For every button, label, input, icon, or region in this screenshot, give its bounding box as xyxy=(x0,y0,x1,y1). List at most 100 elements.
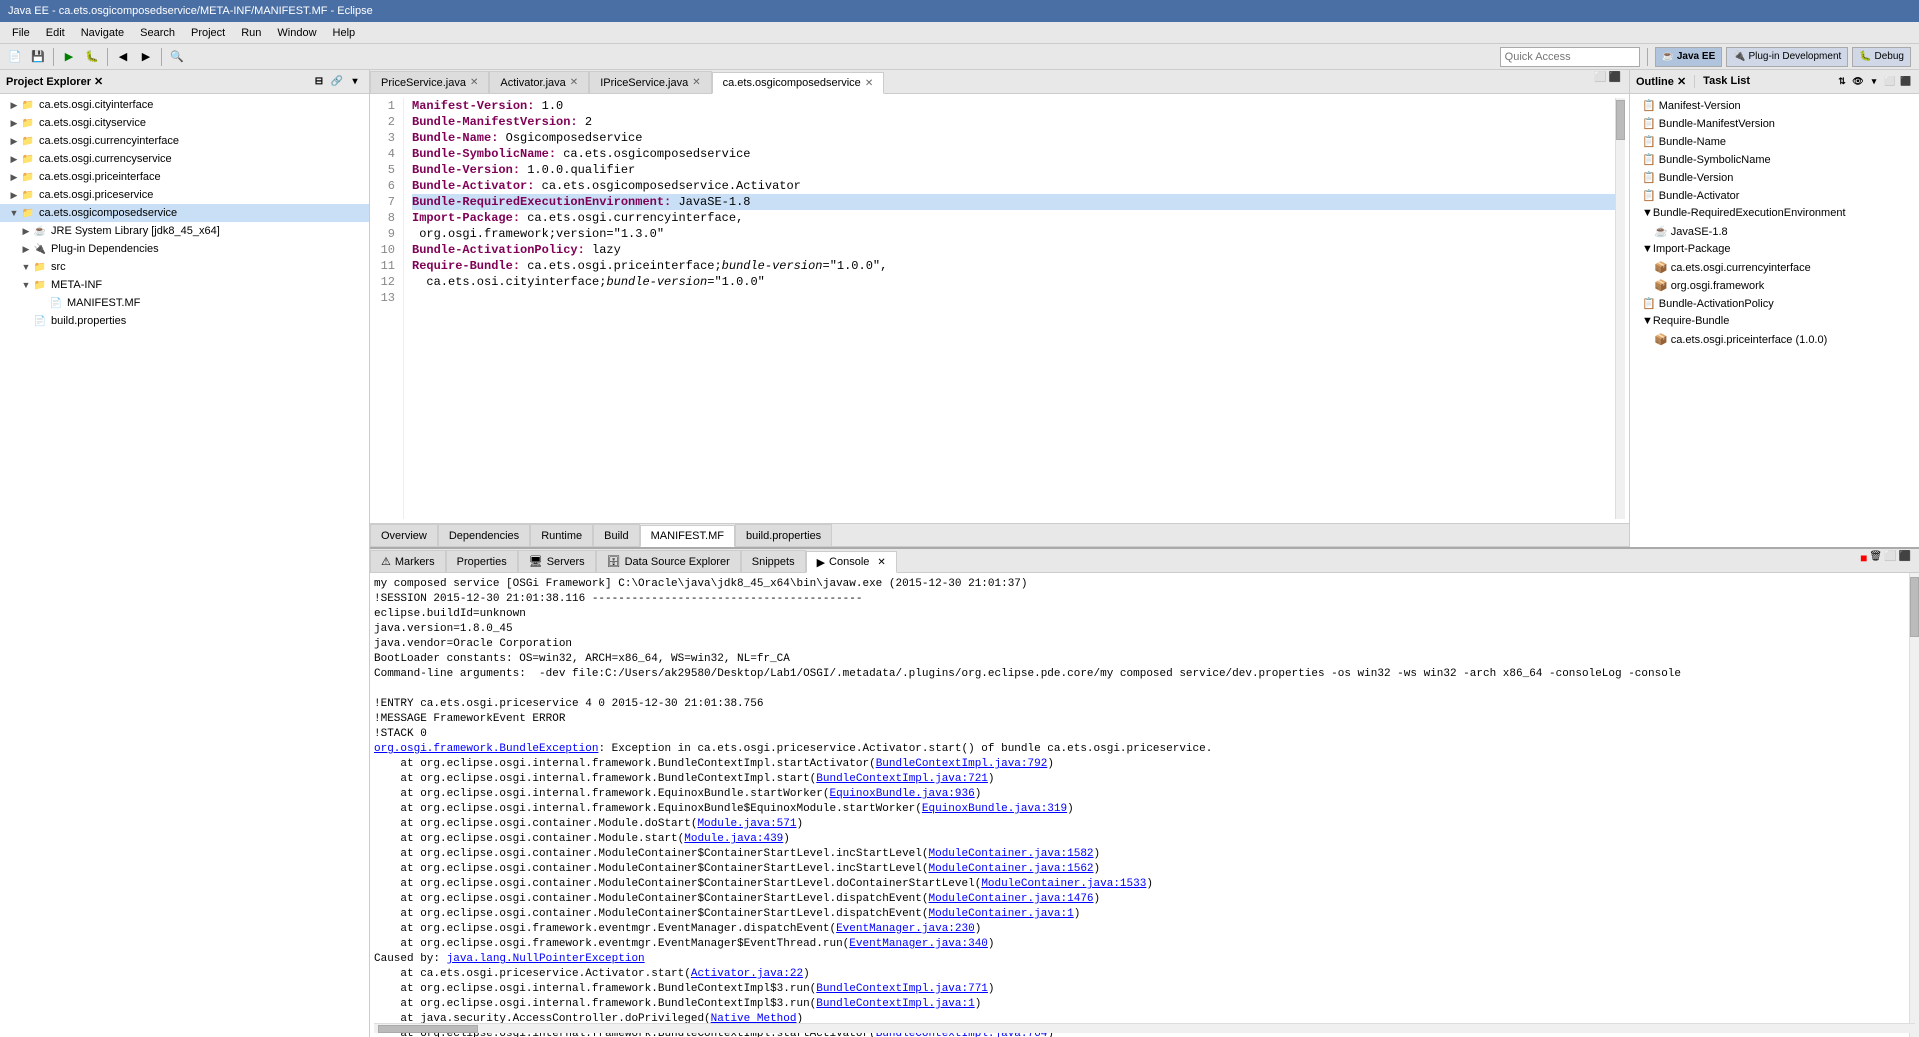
expand-currencyservice[interactable]: ▶ xyxy=(8,154,20,165)
outline-hide-button[interactable]: 👁 xyxy=(1851,75,1865,89)
tab-priceservice-close[interactable]: ✕ xyxy=(470,77,478,88)
menu-window[interactable]: Window xyxy=(269,25,324,41)
tree-item-cityservice[interactable]: ▶ 📁 ca.ets.osgi.cityservice xyxy=(0,114,369,132)
menu-file[interactable]: File xyxy=(4,25,38,41)
view-menu-button[interactable]: ▾ xyxy=(347,74,363,90)
tab-datasource[interactable]: 🗄 Data Source Explorer xyxy=(596,550,741,572)
outline-item-requirebundle[interactable]: ▼ Require-Bundle xyxy=(1630,312,1919,330)
eventmanager-340-link[interactable]: EventManager.java:340 xyxy=(849,938,988,950)
editor-content[interactable]: 12345 678910 111213 Manifest-Version: 1.… xyxy=(370,94,1629,523)
menu-search[interactable]: Search xyxy=(132,25,183,41)
bundlecontextimpl3-771-link[interactable]: BundleContextImpl.java:771 xyxy=(816,983,988,995)
expand-priceinterface[interactable]: ▶ xyxy=(8,172,20,183)
expand-requirebundle-icon[interactable]: ▼ xyxy=(1642,315,1653,327)
tab-priceservice[interactable]: PriceService.java ✕ xyxy=(370,71,489,93)
outline-item-manifestversion[interactable]: 📋 Manifest-Version xyxy=(1630,96,1919,114)
menu-run[interactable]: Run xyxy=(233,25,269,41)
expand-plugindeps[interactable]: ▶ xyxy=(20,244,32,255)
menu-edit[interactable]: Edit xyxy=(38,25,73,41)
tab-servers[interactable]: 🖥 Servers xyxy=(518,550,596,572)
equinoxbundle-936-link[interactable]: EquinoxBundle.java:936 xyxy=(829,788,974,800)
expand-metainf[interactable]: ▼ xyxy=(20,280,32,290)
expand-currencyinterface[interactable]: ▶ xyxy=(8,136,20,147)
console-stop-button[interactable]: ■ xyxy=(1860,551,1867,565)
outline-item-bree[interactable]: ▼ Bundle-RequiredExecutionEnvironment xyxy=(1630,204,1919,222)
console-max-button[interactable]: ⬛ xyxy=(1899,551,1911,565)
expand-priceservice[interactable]: ▶ xyxy=(8,190,20,201)
perspective-java-ee[interactable]: ☕ Java EE xyxy=(1655,47,1723,67)
bundlecontextimpl-792-link[interactable]: BundleContextImpl.java:792 xyxy=(876,758,1048,770)
tab-properties[interactable]: Properties xyxy=(446,550,518,572)
outline-item-importpackage[interactable]: ▼ Import-Package xyxy=(1630,240,1919,258)
new-button[interactable]: 📄 xyxy=(4,46,26,68)
quick-access-input[interactable] xyxy=(1500,47,1640,67)
collapse-all-button[interactable]: ⊟ xyxy=(311,74,327,90)
modulecontainer-1-link[interactable]: ModuleContainer.java:1 xyxy=(929,908,1074,920)
bundlecontextimpl-721-link[interactable]: BundleContextImpl.java:721 xyxy=(816,773,988,785)
debug-button[interactable]: 🐛 xyxy=(81,46,103,68)
tab-ipriceservice[interactable]: IPriceService.java ✕ xyxy=(589,71,711,93)
bundlecontextimpl3-1-link[interactable]: BundleContextImpl.java:1 xyxy=(816,998,974,1010)
modulecontainer-1476-link[interactable]: ModuleContainer.java:1476 xyxy=(929,893,1094,905)
expand-cityservice[interactable]: ▶ xyxy=(8,118,20,129)
manifest-tab-dependencies[interactable]: Dependencies xyxy=(438,524,530,546)
expand-composedservice[interactable]: ▼ xyxy=(8,208,20,218)
menu-navigate[interactable]: Navigate xyxy=(73,25,132,41)
menu-help[interactable]: Help xyxy=(325,25,364,41)
manifest-tab-buildprops[interactable]: build.properties xyxy=(735,524,832,546)
outline-tab[interactable]: Outline ✕ xyxy=(1636,75,1695,88)
activator-22-link[interactable]: Activator.java:22 xyxy=(691,968,803,980)
outline-item-bundleversion[interactable]: 📋 Bundle-Version xyxy=(1630,168,1919,186)
manifest-tab-manifestmf[interactable]: MANIFEST.MF xyxy=(640,525,735,547)
tree-item-priceinterface[interactable]: ▶ 📁 ca.ets.osgi.priceinterface xyxy=(0,168,369,186)
nativemethod-link[interactable]: Native Method xyxy=(711,1013,797,1025)
outline-item-bundlename[interactable]: 📋 Bundle-Name xyxy=(1630,132,1919,150)
save-button[interactable]: 💾 xyxy=(27,46,49,68)
tree-item-priceservice[interactable]: ▶ 📁 ca.ets.osgi.priceservice xyxy=(0,186,369,204)
expand-importpackage-icon[interactable]: ▼ xyxy=(1642,243,1653,255)
tab-snippets[interactable]: Snippets xyxy=(741,550,806,572)
eventmanager-230-link[interactable]: EventManager.java:230 xyxy=(836,923,975,935)
editor-min-button[interactable]: ⬜ xyxy=(1594,72,1606,83)
perspective-plugin-dev[interactable]: 🔌 Plug-in Development xyxy=(1726,47,1848,67)
tree-item-cityinterface[interactable]: ▶ 📁 ca.ets.osgi.cityinterface xyxy=(0,96,369,114)
outline-item-javasee18[interactable]: ☕ JavaSE-1.8 xyxy=(1630,222,1919,240)
perspective-debug[interactable]: 🐛 Debug xyxy=(1852,47,1911,67)
expand-bree-icon[interactable]: ▼ xyxy=(1642,207,1653,219)
outline-min-button[interactable]: ⬜ xyxy=(1883,75,1897,89)
nullptrex-link[interactable]: java.lang.NullPointerException xyxy=(447,953,645,965)
tree-item-metainf[interactable]: ▼ 📁 META-INF xyxy=(0,276,369,294)
tab-console[interactable]: ▶ Console ✕ xyxy=(806,551,897,573)
tree-item-buildprops[interactable]: 📄 build.properties xyxy=(0,312,369,330)
tab-composedservice-close[interactable]: ✕ xyxy=(865,78,873,89)
outline-menu-button[interactable]: ▾ xyxy=(1867,75,1881,89)
manifest-tab-overview[interactable]: Overview xyxy=(370,524,438,546)
expand-cityinterface[interactable]: ▶ xyxy=(8,100,20,111)
tree-item-plugindeps[interactable]: ▶ 🔌 Plug-in Dependencies xyxy=(0,240,369,258)
bundlecontextimpl-764-link[interactable]: BundleContextImpl.java:764 xyxy=(876,1028,1048,1037)
console-clear-button[interactable]: 🗑 xyxy=(1869,551,1882,565)
outline-item-bundlemanifestversion[interactable]: 📋 Bundle-ManifestVersion xyxy=(1630,114,1919,132)
tree-item-manifest[interactable]: 📄 MANIFEST.MF xyxy=(0,294,369,312)
expand-src[interactable]: ▼ xyxy=(20,262,32,272)
outline-item-currencyinterface[interactable]: 📦 ca.ets.osgi.currencyinterface xyxy=(1630,258,1919,276)
module-571-link[interactable]: Module.java:571 xyxy=(697,818,796,830)
editor-max-button[interactable]: ⬛ xyxy=(1609,72,1621,83)
module-439-link[interactable]: Module.java:439 xyxy=(684,833,783,845)
run-button[interactable]: ▶ xyxy=(58,46,80,68)
tab-activator-close[interactable]: ✕ xyxy=(570,77,578,88)
link-with-editor-button[interactable]: 🔗 xyxy=(329,74,345,90)
tab-activator[interactable]: Activator.java ✕ xyxy=(489,71,589,93)
console-min-button[interactable]: ⬜ xyxy=(1884,551,1896,565)
outline-item-bundleactivator[interactable]: 📋 Bundle-Activator xyxy=(1630,186,1919,204)
tab-markers[interactable]: ⚠ Markers xyxy=(370,550,446,572)
outline-item-priceinterface100[interactable]: 📦 ca.ets.osgi.priceinterface (1.0.0) xyxy=(1630,330,1919,348)
modulecontainer-1533-link[interactable]: ModuleContainer.java:1533 xyxy=(981,878,1146,890)
equinoxbundle-319-link[interactable]: EquinoxBundle.java:319 xyxy=(922,803,1067,815)
tree-item-composedservice[interactable]: ▼ 📁 ca.ets.osgicomposedservice xyxy=(0,204,369,222)
manifest-tab-build[interactable]: Build xyxy=(593,524,639,546)
console-content[interactable]: my composed service [OSGi Framework] C:\… xyxy=(370,573,1919,1037)
outline-item-bundleactivationpolicy[interactable]: 📋 Bundle-ActivationPolicy xyxy=(1630,294,1919,312)
outline-max-button[interactable]: ⬛ xyxy=(1899,75,1913,89)
tab-ipriceservice-close[interactable]: ✕ xyxy=(692,77,700,88)
